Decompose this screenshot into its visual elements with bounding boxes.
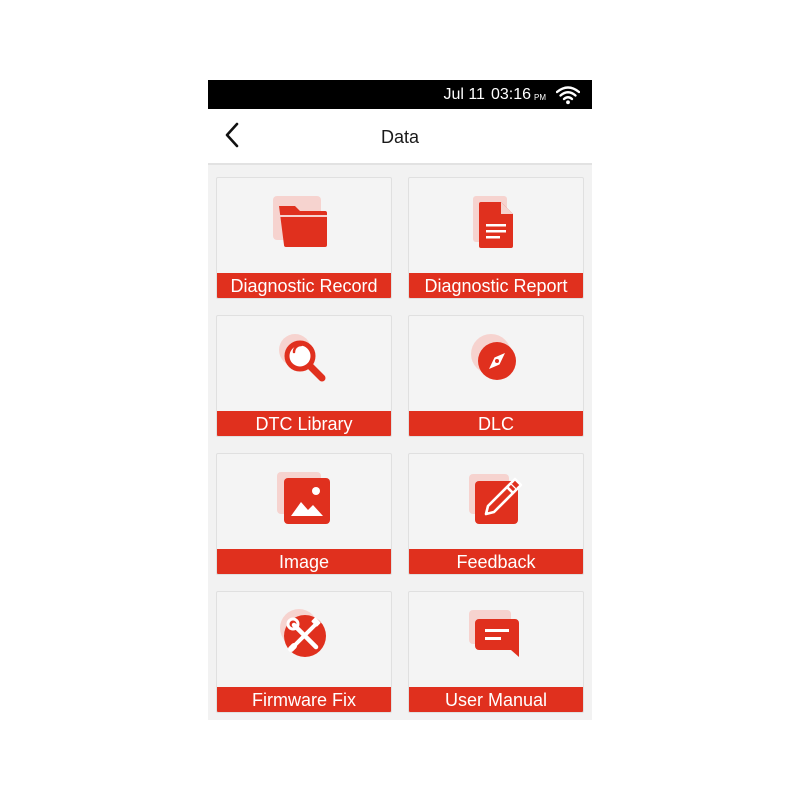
tile-feedback[interactable]: Feedback (408, 453, 584, 575)
status-time: 03:16 (490, 85, 531, 103)
tile-dlc[interactable]: DLC (408, 315, 584, 437)
tile-user-manual[interactable]: User Manual (408, 591, 584, 713)
wifi-icon (556, 85, 580, 105)
tile-label: Firmware Fix (217, 687, 391, 712)
tile-label: Diagnostic Record (217, 273, 391, 298)
tools-icon (269, 602, 339, 672)
edit-icon (461, 464, 531, 534)
status-bar: Jul 11 03:16 PM (208, 80, 592, 109)
tile-label: Diagnostic Report (409, 273, 583, 298)
tile-label: Image (217, 549, 391, 574)
tile-dtc-library[interactable]: DTC Library (216, 315, 392, 437)
page-title: Data (380, 127, 420, 147)
chat-icon (461, 602, 531, 672)
menu-grid: Diagnostic Record Diagnostic Report DTC … (216, 177, 584, 713)
tile-label: User Manual (409, 687, 583, 712)
tile-label: Feedback (409, 549, 583, 574)
tile-diagnostic-record[interactable]: Diagnostic Record (216, 177, 392, 299)
app-header: Data (208, 109, 592, 165)
device-screen: Jul 11 03:16 PM Data Diagnostic Record D… (208, 80, 592, 720)
tile-image[interactable]: Image (216, 453, 392, 575)
tile-firmware-fix[interactable]: Firmware Fix (216, 591, 392, 713)
folder-icon (269, 188, 339, 258)
tile-diagnostic-report[interactable]: Diagnostic Report (408, 177, 584, 299)
status-ampm: PM (534, 93, 546, 102)
compass-icon (461, 326, 531, 396)
tile-label: DTC Library (217, 411, 391, 436)
magnifier-icon (269, 326, 339, 396)
image-icon (269, 464, 339, 534)
status-date: Jul 11 (443, 85, 485, 103)
document-icon (461, 188, 531, 258)
tile-label: DLC (409, 411, 583, 436)
